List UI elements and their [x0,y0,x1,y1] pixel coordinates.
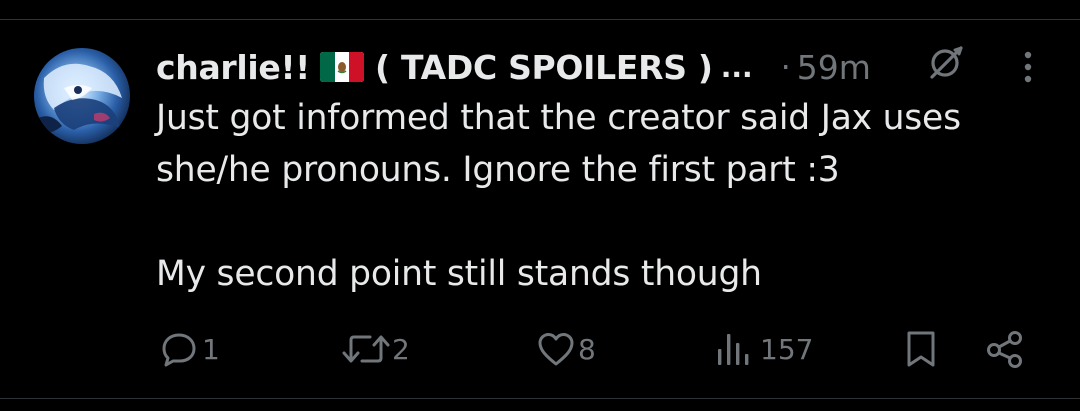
bottom-divider [0,398,1080,399]
more-options-icon[interactable] [1018,50,1038,84]
author-name-suffix[interactable]: ( TADC SPOILERS ) [375,48,713,87]
post-header: charlie!! ( TADC SPOILERS ) ... · 59m [156,42,871,92]
views-icon [718,334,749,365]
bookmark-icon [907,331,935,367]
author-name[interactable]: charlie!! [156,48,310,87]
repost-icon [342,335,390,363]
separator-dot: · [780,48,791,86]
reply-icon [162,333,196,367]
bookmark-button[interactable] [904,326,938,372]
views-count: 157 [760,332,814,366]
share-icon [987,331,1022,368]
action-bar: 1 2 8 157 [0,326,1080,372]
grok-icon[interactable] [928,44,964,80]
reply-button[interactable]: 1 [160,326,220,372]
post-text: Just got informed that the creator said … [156,98,961,294]
post-timestamp[interactable]: 59m [797,48,871,87]
repost-count: 2 [392,332,410,366]
like-count: 8 [578,332,596,366]
mexico-flag-icon [320,52,365,82]
top-divider [0,19,1080,20]
avatar[interactable] [34,48,130,144]
views-button[interactable]: 157 [714,326,813,372]
repost-button[interactable]: 2 [340,326,410,372]
share-button[interactable] [984,326,1026,372]
heart-icon [538,333,574,366]
like-button[interactable]: 8 [536,326,596,372]
avatar-image [34,48,130,144]
reply-count: 1 [202,332,220,366]
name-truncation: ... [720,50,753,84]
